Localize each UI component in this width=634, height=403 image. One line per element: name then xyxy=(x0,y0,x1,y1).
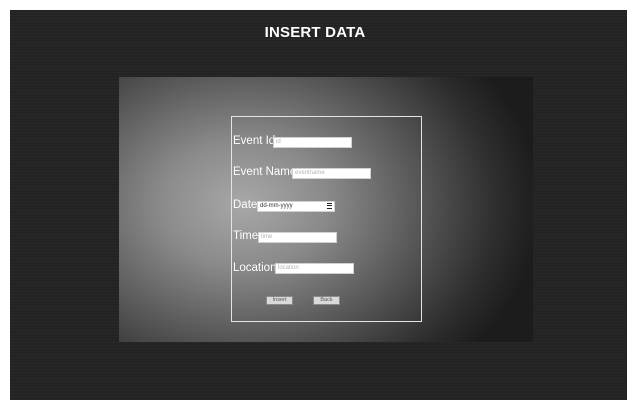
back-button[interactable]: Back xyxy=(313,296,340,305)
event-id-label: Event Id: xyxy=(233,135,279,147)
calendar-icon[interactable] xyxy=(327,203,332,209)
time-input[interactable]: time xyxy=(258,232,337,243)
location-input[interactable]: location xyxy=(275,263,354,274)
location-label: Location: xyxy=(233,262,280,274)
event-name-input[interactable]: eventname xyxy=(292,168,371,179)
event-id-input[interactable]: id xyxy=(273,137,352,148)
insert-button[interactable]: Insert xyxy=(266,296,293,305)
date-input[interactable]: dd-mm-yyyy xyxy=(257,201,335,212)
event-name-label: Event Name: xyxy=(233,166,300,178)
page-title: INSERT DATA xyxy=(264,24,366,41)
date-value: dd-mm-yyyy xyxy=(260,203,293,209)
